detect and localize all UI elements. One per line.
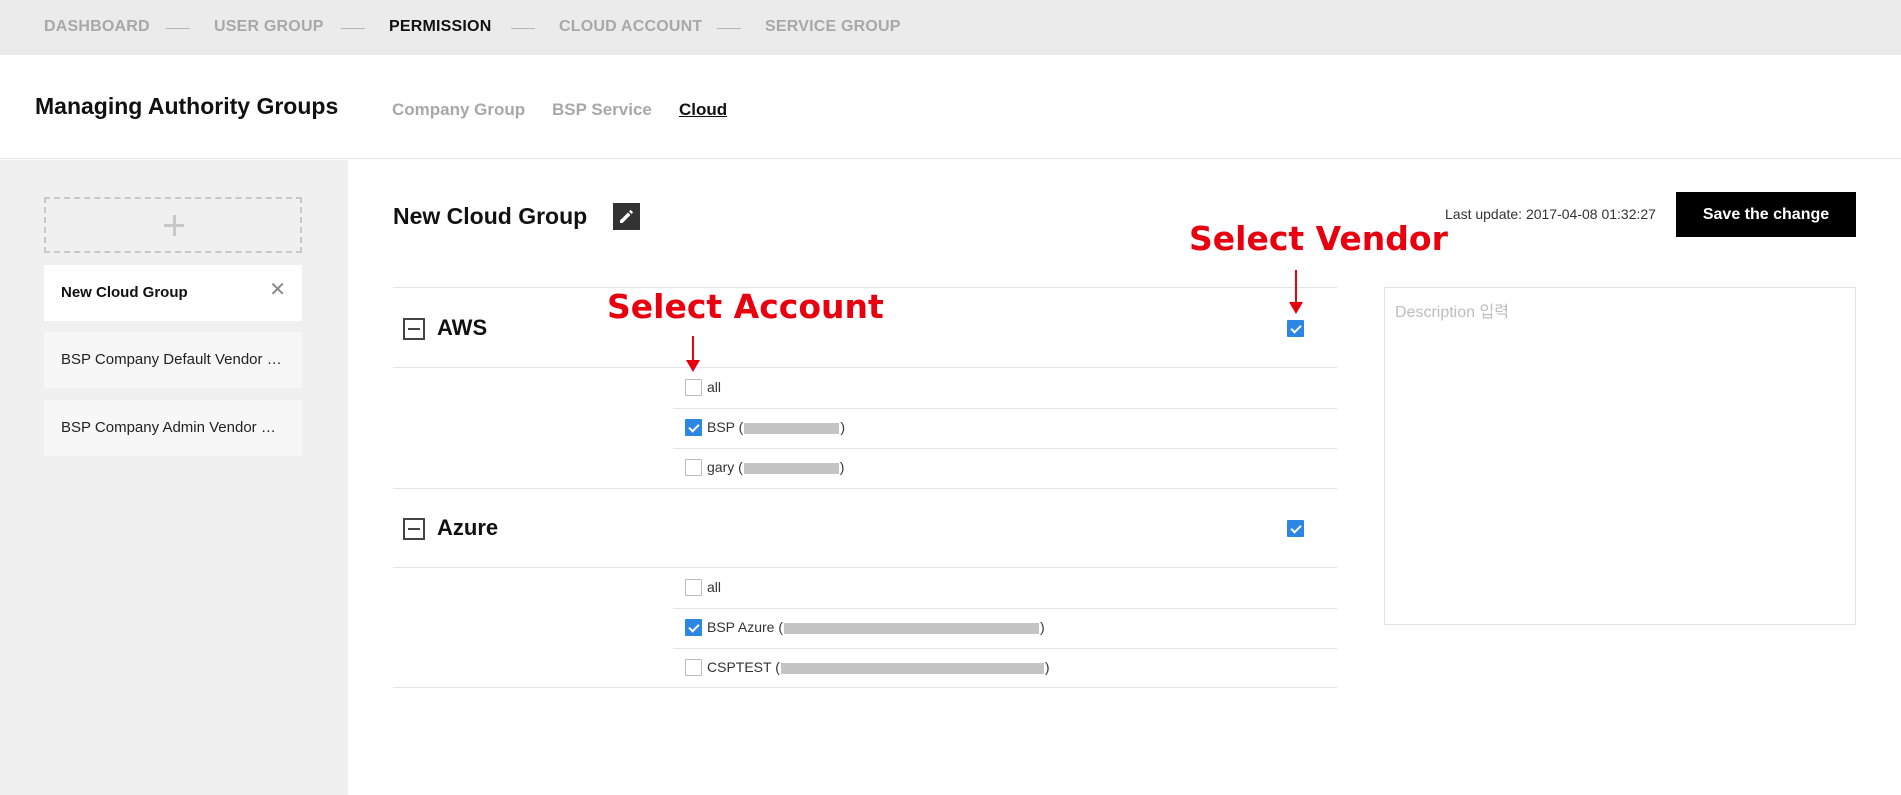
- nav-step-user-group[interactable]: USER GROUP: [214, 18, 324, 36]
- group-item-default-vendor[interactable]: BSP Company Default Vendor Group: [44, 332, 302, 388]
- group-title: New Cloud Group: [393, 203, 588, 229]
- redacted-account-id: [743, 462, 839, 474]
- account-checkbox-aws-bsp[interactable]: [685, 419, 702, 436]
- group-item-new-cloud-group[interactable]: New Cloud Group ✕: [44, 265, 302, 321]
- nav-separator: [166, 28, 190, 29]
- description-box: [1384, 287, 1856, 625]
- account-label-aws-all: all: [707, 379, 722, 395]
- vendor-checkbox-aws[interactable]: [1287, 320, 1304, 337]
- group-item-label: BSP Company Admin Vendor Group: [61, 419, 286, 436]
- account-label-aws-gary: gary (): [707, 459, 845, 475]
- group-sidebar: New Cloud Group ✕ BSP Company Default Ve…: [0, 160, 348, 795]
- divider: [673, 608, 1337, 609]
- pencil-icon: [620, 209, 634, 223]
- nav-separator: [341, 28, 365, 29]
- group-item-admin-vendor[interactable]: BSP Company Admin Vendor Group: [44, 400, 302, 456]
- save-button[interactable]: Save the change: [1676, 192, 1856, 237]
- divider: [673, 408, 1337, 409]
- collapse-azure-toggle[interactable]: [403, 518, 425, 540]
- group-item-label: New Cloud Group: [61, 284, 188, 301]
- nav-step-service-group[interactable]: SERVICE GROUP: [765, 18, 901, 36]
- divider: [393, 488, 1337, 489]
- divider: [393, 367, 1337, 368]
- redacted-subscription-id: [784, 622, 1040, 634]
- divider: [393, 567, 1337, 568]
- last-update-timestamp: Last update: 2017-04-08 01:32:27: [1445, 206, 1656, 222]
- vendor-checkbox-azure[interactable]: [1287, 520, 1304, 537]
- account-label-aws-bsp: BSP (): [707, 419, 845, 435]
- account-checkbox-aws-all[interactable]: [685, 379, 702, 396]
- top-nav: DASHBOARD USER GROUP PERMISSION CLOUD AC…: [0, 0, 1901, 55]
- nav-separator: [511, 28, 535, 29]
- tab-bsp-service[interactable]: BSP Service: [552, 100, 652, 120]
- annotation-arrow: [1295, 270, 1297, 304]
- account-checkbox-azure-bsp[interactable]: [685, 619, 702, 636]
- divider: [673, 648, 1337, 649]
- redacted-subscription-id: [780, 662, 1044, 674]
- annotation-select-account: Select Account: [607, 287, 884, 326]
- nav-separator: [717, 28, 741, 29]
- nav-step-cloud-account[interactable]: CLOUD ACCOUNT: [559, 18, 702, 36]
- vendor-name-azure: Azure: [437, 515, 499, 540]
- divider: [393, 687, 1337, 688]
- vendor-name-aws: AWS: [437, 315, 488, 340]
- collapse-aws-toggle[interactable]: [403, 318, 425, 340]
- account-label-azure-bsp: BSP Azure (): [707, 619, 1045, 635]
- page-title: Managing Authority Groups: [35, 93, 339, 119]
- annotation-select-vendor: Select Vendor: [1189, 219, 1448, 258]
- account-checkbox-azure-all[interactable]: [685, 579, 702, 596]
- account-checkbox-azure-csptest[interactable]: [685, 659, 702, 676]
- divider: [673, 448, 1337, 449]
- add-group-button[interactable]: [44, 197, 302, 253]
- close-icon[interactable]: ✕: [269, 280, 286, 300]
- redacted-account-id: [744, 422, 840, 434]
- description-input[interactable]: [1385, 288, 1855, 624]
- nav-step-dashboard[interactable]: DASHBOARD: [44, 18, 150, 36]
- tab-cloud[interactable]: Cloud: [679, 100, 727, 120]
- account-label-azure-csptest: CSPTEST (): [707, 659, 1050, 675]
- tab-company-group[interactable]: Company Group: [392, 100, 525, 120]
- account-checkbox-aws-gary[interactable]: [685, 459, 702, 476]
- nav-step-permission[interactable]: PERMISSION: [389, 18, 491, 36]
- account-label-azure-all: all: [707, 579, 722, 595]
- annotation-arrowhead: [686, 360, 700, 372]
- page-header: Managing Authority Groups Company Group …: [0, 55, 1901, 159]
- edit-title-button[interactable]: [613, 203, 640, 230]
- group-item-label: BSP Company Default Vendor Group: [61, 351, 286, 368]
- annotation-arrowhead: [1289, 302, 1303, 314]
